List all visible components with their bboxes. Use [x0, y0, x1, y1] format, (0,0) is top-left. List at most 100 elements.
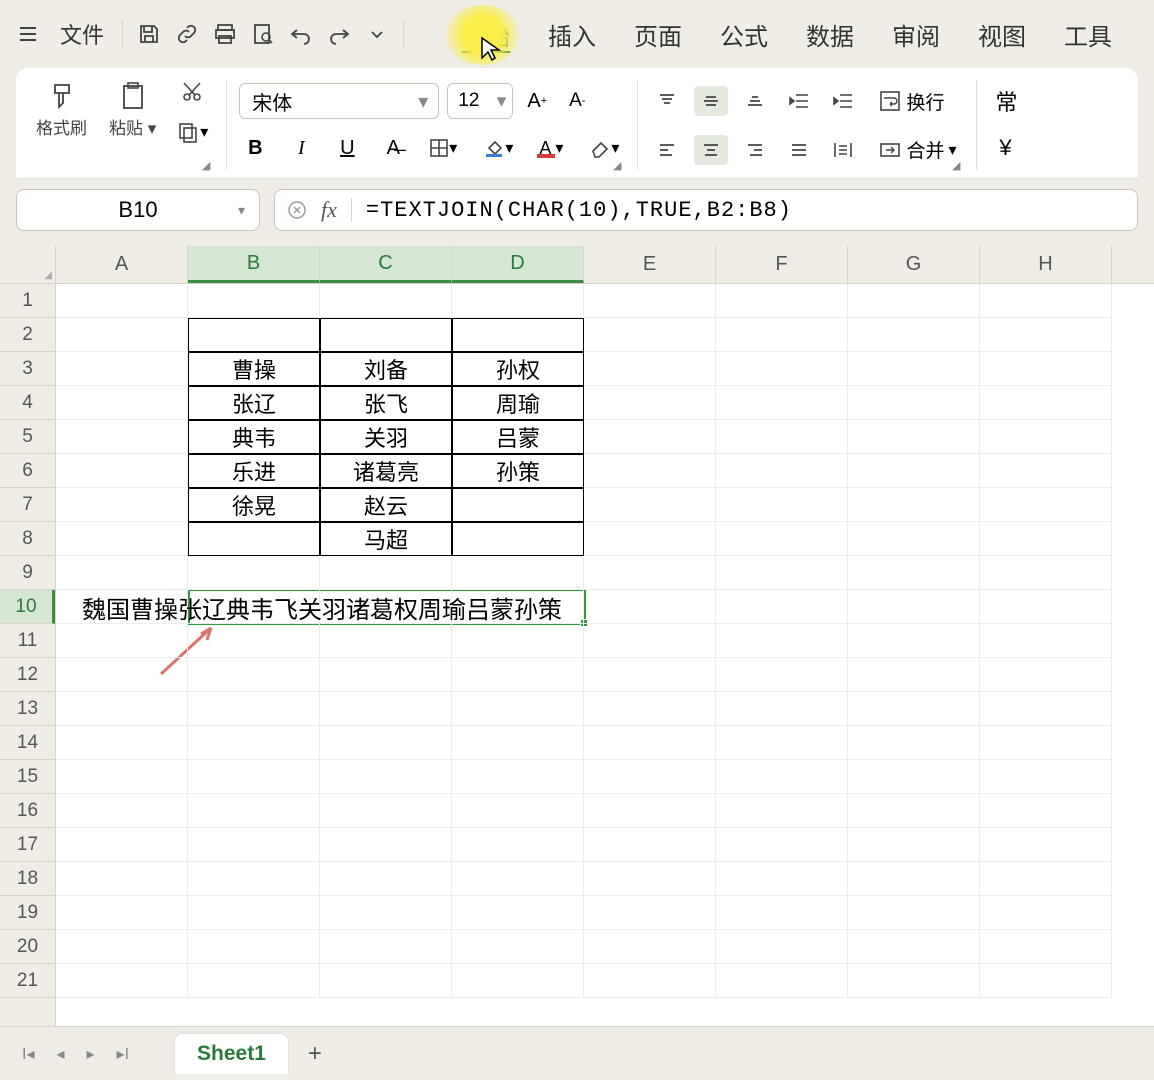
row10-overflow-text[interactable]: 魏国曹操张辽典韦飞关羽诸葛权周瑜吕蒙孙策 — [78, 590, 566, 624]
cell[interactable]: 乐进 — [188, 454, 320, 488]
cell[interactable] — [320, 930, 452, 964]
row-header-15[interactable]: 15 — [0, 760, 55, 794]
cell[interactable] — [716, 420, 848, 454]
save-icon[interactable] — [131, 16, 167, 52]
cell[interactable] — [320, 624, 452, 658]
cell[interactable] — [716, 964, 848, 998]
cell[interactable] — [848, 352, 980, 386]
cell[interactable] — [56, 794, 188, 828]
col-header-A[interactable]: A — [56, 246, 188, 283]
cell[interactable] — [584, 352, 716, 386]
cell[interactable] — [980, 522, 1112, 556]
cell[interactable] — [848, 726, 980, 760]
cell[interactable] — [188, 862, 320, 896]
increase-font-button[interactable]: A+ — [521, 85, 553, 117]
row-header-7[interactable]: 7 — [0, 488, 55, 522]
cell[interactable] — [716, 624, 848, 658]
cell[interactable] — [980, 862, 1112, 896]
cell[interactable] — [716, 454, 848, 488]
cell[interactable] — [848, 454, 980, 488]
cell[interactable]: 诸葛亮 — [320, 454, 452, 488]
row-header-3[interactable]: 3 — [0, 352, 55, 386]
cell[interactable] — [56, 862, 188, 896]
italic-button[interactable]: I — [285, 132, 317, 164]
cell[interactable] — [56, 556, 188, 590]
cell[interactable] — [980, 556, 1112, 590]
cell[interactable] — [56, 896, 188, 930]
cell[interactable] — [848, 896, 980, 930]
cell[interactable] — [320, 284, 452, 318]
cell[interactable]: 马超 — [320, 522, 452, 556]
row-header-18[interactable]: 18 — [0, 862, 55, 896]
cell[interactable] — [188, 896, 320, 930]
fill-color-button[interactable]: ▾ — [477, 132, 519, 164]
row-header-21[interactable]: 21 — [0, 964, 55, 998]
cell[interactable] — [716, 352, 848, 386]
row-header-17[interactable]: 17 — [0, 828, 55, 862]
strikethrough-button[interactable]: A̶ — [377, 132, 409, 164]
cell[interactable] — [320, 556, 452, 590]
cell[interactable] — [980, 692, 1112, 726]
sheet-nav-last[interactable]: ▸I — [111, 1040, 135, 1068]
cell[interactable] — [584, 692, 716, 726]
merge-button[interactable]: 合并 ▾ — [870, 132, 964, 167]
cell[interactable] — [320, 862, 452, 896]
cell[interactable] — [848, 284, 980, 318]
cell[interactable] — [188, 692, 320, 726]
align-right-button[interactable] — [738, 135, 772, 165]
font-color-button[interactable]: A ▾ — [533, 132, 569, 164]
spreadsheet-grid[interactable]: ABCDEFGH 1234567891011121314151617181920… — [0, 246, 1154, 1026]
cell[interactable] — [452, 862, 584, 896]
cell[interactable] — [716, 590, 848, 624]
align-center-button[interactable] — [694, 135, 728, 165]
formula-bar[interactable]: fx =TEXTJOIN(CHAR(10),TRUE,B2:B8) — [274, 189, 1138, 231]
font-name-select[interactable]: 宋体 — [239, 83, 439, 119]
row-header-4[interactable]: 4 — [0, 386, 55, 420]
cell[interactable] — [980, 488, 1112, 522]
cell[interactable] — [452, 794, 584, 828]
tab-tools[interactable]: 工具 — [1046, 11, 1130, 58]
cell[interactable] — [56, 522, 188, 556]
cell[interactable] — [716, 556, 848, 590]
cell[interactable] — [320, 964, 452, 998]
cell[interactable] — [56, 964, 188, 998]
cell[interactable] — [188, 794, 320, 828]
justify-button[interactable] — [782, 135, 816, 165]
cell[interactable] — [980, 420, 1112, 454]
align-left-button[interactable] — [650, 135, 684, 165]
tab-formula[interactable]: 公式 — [702, 11, 786, 58]
bold-button[interactable]: B — [239, 132, 271, 164]
cell[interactable] — [452, 624, 584, 658]
cell[interactable]: 吴国 — [452, 318, 584, 352]
cell[interactable] — [716, 828, 848, 862]
cell[interactable] — [584, 896, 716, 930]
cell[interactable] — [848, 522, 980, 556]
cell[interactable] — [716, 930, 848, 964]
cell[interactable] — [848, 794, 980, 828]
cell[interactable] — [980, 828, 1112, 862]
cell[interactable]: 徐晃 — [188, 488, 320, 522]
cell[interactable] — [188, 658, 320, 692]
cell[interactable] — [980, 896, 1112, 930]
cell[interactable] — [584, 522, 716, 556]
cell[interactable] — [584, 454, 716, 488]
cell[interactable] — [452, 284, 584, 318]
align-launcher[interactable]: ◢ — [952, 159, 960, 172]
cell[interactable] — [584, 726, 716, 760]
format-painter-button[interactable]: 格式刷 — [28, 76, 95, 174]
cell[interactable] — [56, 624, 188, 658]
row-header-20[interactable]: 20 — [0, 930, 55, 964]
cell[interactable] — [980, 726, 1112, 760]
cell[interactable]: 张飞 — [320, 386, 452, 420]
undo-icon[interactable] — [283, 16, 319, 52]
cell[interactable] — [56, 726, 188, 760]
cell[interactable] — [584, 862, 716, 896]
cell[interactable]: 魏国 — [188, 318, 320, 352]
cell[interactable] — [584, 386, 716, 420]
distribute-button[interactable] — [826, 135, 860, 165]
cell[interactable] — [188, 624, 320, 658]
row-header-6[interactable]: 6 — [0, 454, 55, 488]
cancel-formula-icon[interactable] — [287, 200, 307, 220]
cell[interactable]: 关羽 — [320, 420, 452, 454]
cell[interactable] — [980, 454, 1112, 488]
